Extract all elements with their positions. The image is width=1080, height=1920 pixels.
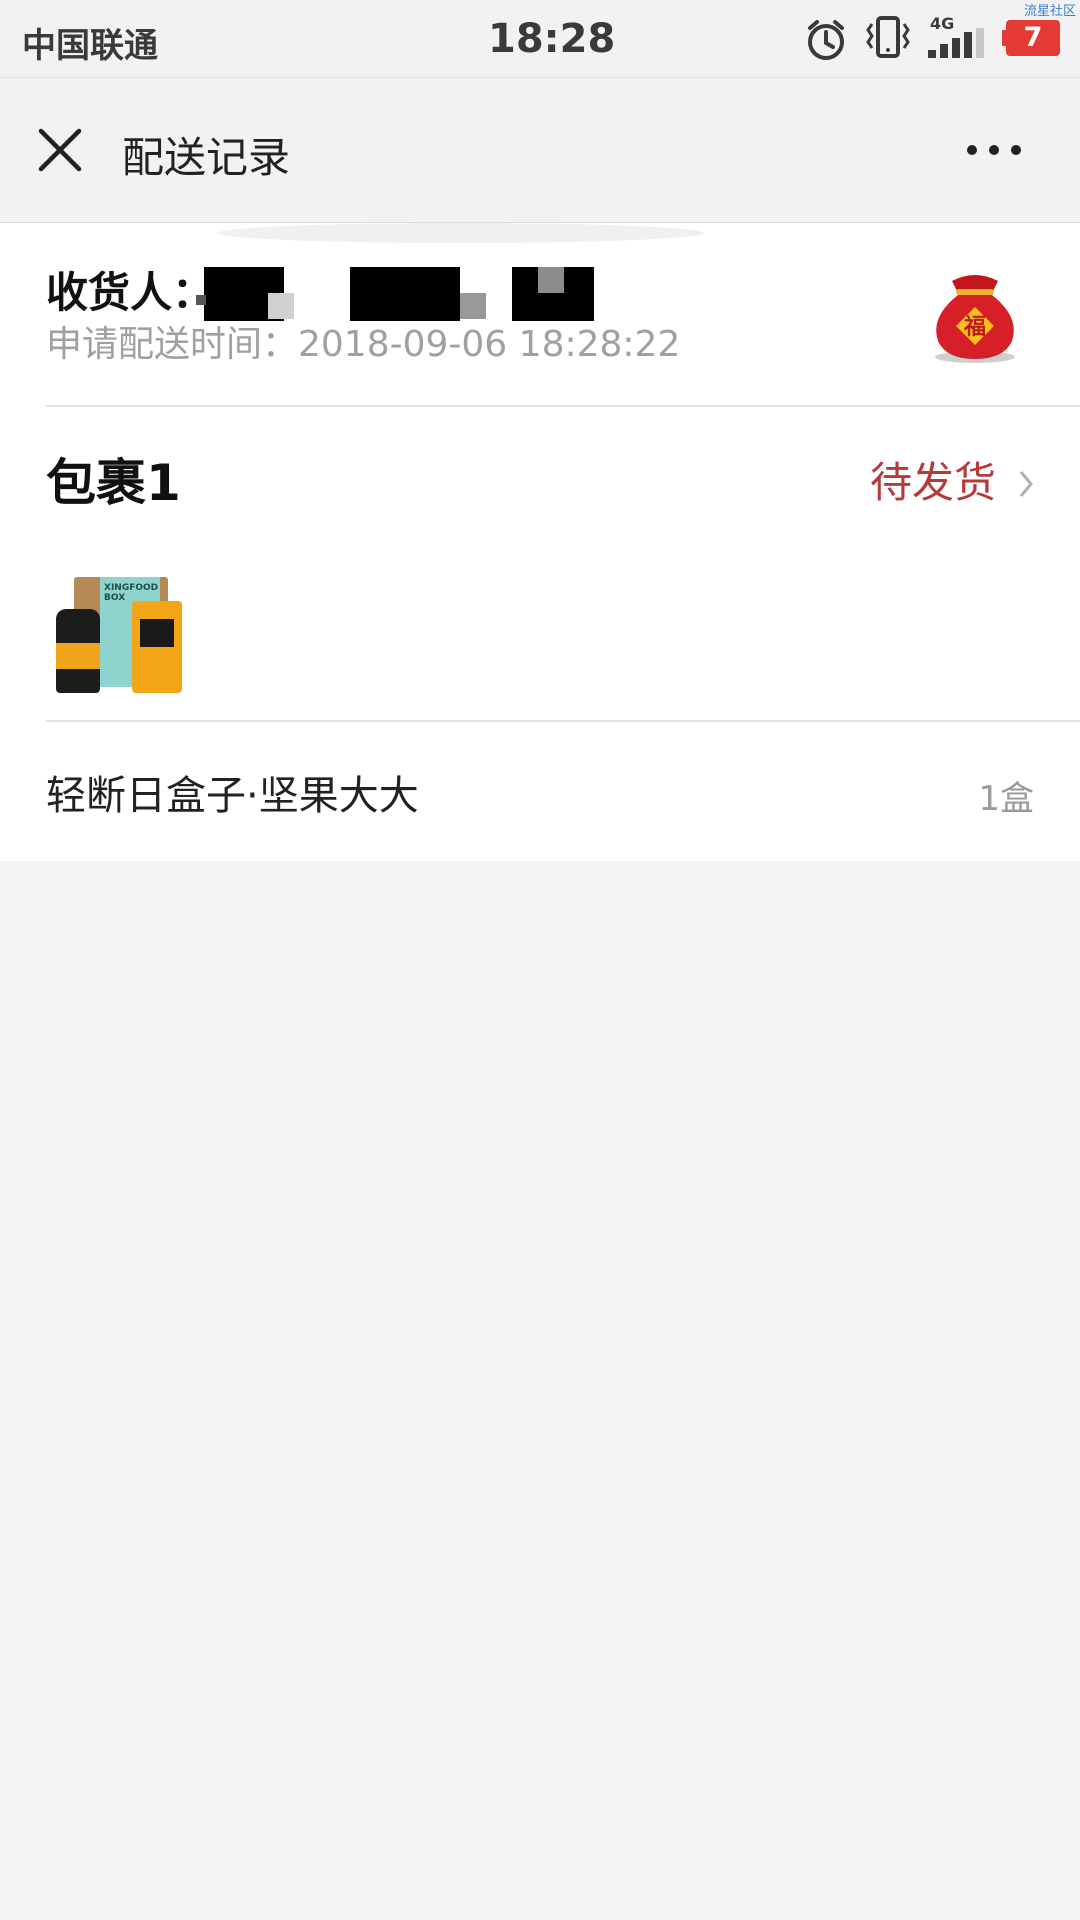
chevron-right-icon[interactable] — [1018, 469, 1034, 499]
alarm-icon — [808, 20, 844, 60]
item-name: 轻断日盒子·坚果大大 — [46, 773, 419, 819]
request-time-label: 申请配送时间：2018-09-06 18:28:22 — [46, 324, 681, 365]
battery-level: 7 — [1023, 22, 1043, 53]
status-bar: 中国联通 18:28 4G 7 流星社区 — [0, 0, 1080, 77]
more-icon[interactable] — [966, 144, 1022, 156]
recipient-label: 收货人： — [46, 268, 215, 317]
signal-icon — [928, 28, 984, 58]
divider-middle — [46, 720, 1080, 722]
close-icon[interactable] — [38, 128, 82, 172]
package-title: 包裹1 — [46, 454, 181, 512]
item-quantity: 1盒 — [978, 779, 1034, 819]
carrier-name: 中国联通 — [22, 26, 158, 66]
lucky-bag-icon[interactable]: 福 — [922, 261, 1028, 367]
delivery-record-card: 收货人： 申请配送时间：2018-09-06 18:28:22 福 包裹1 待发… — [0, 223, 1080, 861]
package-status-link[interactable]: 待发货 — [860, 439, 1040, 509]
nav-bar: 配送记录 — [0, 77, 1080, 223]
package-status: 待发货 — [870, 458, 997, 507]
vibrate-icon — [866, 16, 910, 58]
svg-text:福: 福 — [963, 315, 986, 340]
battery-icon: 7 — [1002, 20, 1060, 56]
divider-top — [46, 405, 1080, 407]
product-image[interactable]: XINGFOOD BOX — [52, 573, 190, 697]
page-title: 配送记录 — [122, 133, 291, 182]
top-shadow — [218, 223, 704, 243]
status-clock: 18:28 — [488, 16, 616, 62]
watermark-text: 流星社区 — [1023, 4, 1076, 19]
